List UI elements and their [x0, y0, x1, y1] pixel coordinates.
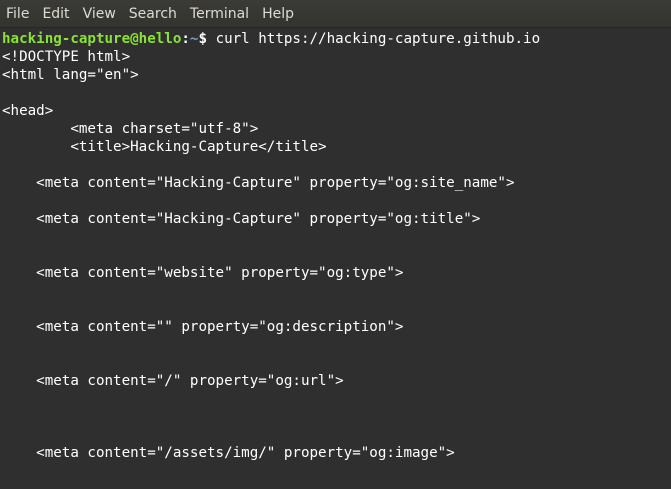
- terminal-output-area[interactable]: hacking-capture@hello:~$ curl https://ha…: [0, 28, 671, 489]
- menu-view[interactable]: View: [83, 0, 116, 28]
- menu-terminal[interactable]: Terminal: [190, 0, 249, 28]
- output-line: <meta content="Hacking-Capture" property…: [2, 175, 515, 191]
- output-line: <!DOCTYPE html>: [2, 49, 131, 65]
- prompt-line: hacking-capture@hello:~$ curl https://ha…: [2, 30, 671, 48]
- output-line: <head>: [2, 103, 54, 119]
- output-line: <html lang="en">: [2, 67, 139, 83]
- output-line: <meta content="" property="og:descriptio…: [2, 319, 404, 335]
- output-line: <meta content="/assets/img/" property="o…: [2, 445, 455, 461]
- menu-help[interactable]: Help: [262, 0, 294, 28]
- command-output: <!DOCTYPE html> <html lang="en"> <head> <m…: [2, 48, 671, 489]
- menu-edit[interactable]: Edit: [42, 0, 69, 28]
- output-line: <meta content="website" property="og:typ…: [2, 265, 404, 281]
- output-line: <meta charset="utf-8">: [2, 121, 259, 137]
- menu-file[interactable]: File: [6, 0, 29, 28]
- prompt-user-host: hacking-capture@hello: [2, 31, 182, 47]
- prompt-separator: :: [181, 31, 190, 47]
- menu-bar: File Edit View Search Terminal Help: [0, 0, 671, 28]
- output-line: <meta content="Hacking-Capture" property…: [2, 211, 481, 227]
- output-line: <title>Hacking-Capture</title>: [2, 139, 327, 155]
- prompt-symbol: $: [198, 31, 216, 47]
- typed-command: curl https://hacking-capture.github.io: [215, 31, 541, 47]
- output-line: <meta content="/" property="og:url">: [2, 373, 344, 389]
- terminal-window: File Edit View Search Terminal Help hack…: [0, 0, 671, 489]
- menu-search[interactable]: Search: [129, 0, 177, 28]
